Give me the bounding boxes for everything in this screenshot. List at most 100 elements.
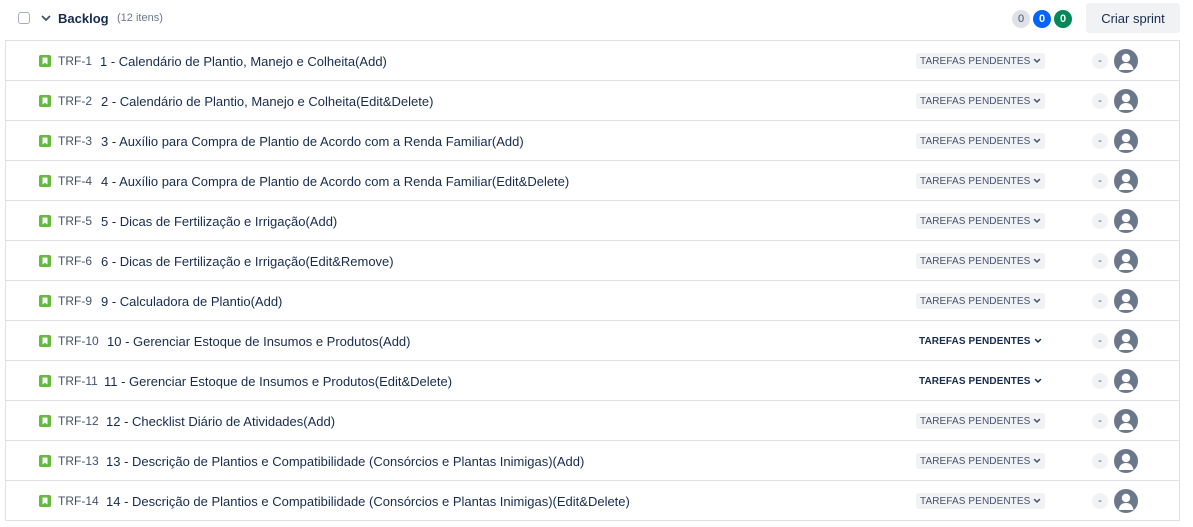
story-icon: [39, 175, 51, 187]
status-dropdown[interactable]: TAREFAS PENDENTES: [916, 493, 1046, 509]
status-dropdown[interactable]: TAREFAS PENDENTES: [916, 173, 1046, 189]
story-icon: [39, 415, 51, 427]
story-icon: [39, 135, 51, 147]
create-sprint-button[interactable]: Criar sprint: [1086, 3, 1180, 33]
issue-row[interactable]: TRF-9 9 - Calculadora de Plantio(Add) TARE…: [6, 281, 1179, 321]
issue-summary[interactable]: 12 - Checklist Diário de Atividades(Add): [106, 414, 335, 429]
assignee-avatar-icon[interactable]: [1114, 249, 1138, 273]
story-points-estimate[interactable]: -: [1092, 293, 1108, 309]
story-points-estimate[interactable]: -: [1092, 93, 1108, 109]
status-dropdown[interactable]: TAREFAS PENDENTES: [916, 253, 1046, 269]
backlog-title[interactable]: Backlog: [58, 11, 109, 26]
status-dropdown[interactable]: TAREFAS PENDENTES: [916, 93, 1046, 109]
story-points-estimate[interactable]: -: [1092, 453, 1108, 469]
story-points-estimate[interactable]: -: [1092, 373, 1108, 389]
issue-summary[interactable]: 1 - Calendário de Plantio, Manejo e Colh…: [100, 54, 387, 69]
issue-key[interactable]: TRF-4: [58, 174, 92, 188]
issue-key[interactable]: TRF-6: [58, 254, 92, 268]
issue-row[interactable]: TRF-10 10 - Gerenciar Estoque de Insumos …: [6, 321, 1179, 361]
issue-summary[interactable]: 5 - Dicas de Fertilização e Irrigação(Ad…: [101, 214, 337, 229]
chevron-down-icon: [1034, 58, 1041, 63]
issue-summary[interactable]: 2 - Calendário de Plantio, Manejo e Colh…: [101, 94, 433, 109]
story-icon: [39, 255, 51, 267]
issue-key[interactable]: TRF-2: [58, 94, 92, 108]
issue-summary[interactable]: 3 - Auxílio para Compra de Plantio de Ac…: [101, 134, 524, 149]
story-points-estimate[interactable]: -: [1092, 253, 1108, 269]
status-label: TAREFAS PENDENTES: [920, 455, 1031, 467]
todo-points-badge: 0: [1012, 10, 1030, 28]
story-icon: [39, 55, 51, 67]
issue-row[interactable]: TRF-14 14 - Descrição de Plantios e Compa…: [6, 481, 1179, 521]
story-points-estimate[interactable]: -: [1092, 333, 1108, 349]
issue-key[interactable]: TRF-9: [58, 294, 92, 308]
chevron-down-icon: [1034, 498, 1041, 503]
status-label: TAREFAS PENDENTES: [920, 135, 1031, 147]
issue-summary[interactable]: 6 - Dicas de Fertilização e Irrigação(Ed…: [101, 254, 394, 269]
issue-key[interactable]: TRF-12: [58, 414, 99, 428]
issue-row[interactable]: TRF-1 1 - Calendário de Plantio, Manejo e…: [6, 41, 1179, 81]
status-dropdown[interactable]: TAREFAS PENDENTES: [916, 453, 1046, 469]
assignee-avatar-icon[interactable]: [1114, 209, 1138, 233]
chevron-down-icon: [1034, 138, 1041, 143]
status-dropdown[interactable]: TAREFAS PENDENTES: [916, 413, 1046, 429]
chevron-down-icon: [1034, 338, 1041, 343]
issue-summary[interactable]: 14 - Descrição de Plantios e Compatibili…: [106, 494, 630, 509]
story-points-estimate[interactable]: -: [1092, 53, 1108, 69]
issue-row[interactable]: TRF-3 3 - Auxílio para Compra de Plantio …: [6, 121, 1179, 161]
issue-key[interactable]: TRF-14: [58, 494, 99, 508]
status-dropdown[interactable]: TAREFAS PENDENTES: [916, 293, 1046, 309]
assignee-avatar-icon[interactable]: [1114, 329, 1138, 353]
issue-row[interactable]: TRF-5 5 - Dicas de Fertilização e Irrigaç…: [6, 201, 1179, 241]
issue-key[interactable]: TRF-3: [58, 134, 92, 148]
issue-key[interactable]: TRF-1: [58, 54, 92, 68]
issue-summary[interactable]: 9 - Calculadora de Plantio(Add): [101, 294, 282, 309]
issue-key[interactable]: TRF-13: [58, 454, 99, 468]
story-icon: [39, 215, 51, 227]
issue-row[interactable]: TRF-2 2 - Calendário de Plantio, Manejo e…: [6, 81, 1179, 121]
chevron-down-icon: [1034, 178, 1041, 183]
chevron-down-icon: [1034, 98, 1041, 103]
story-points-estimate[interactable]: -: [1092, 213, 1108, 229]
chevron-down-icon: [1034, 378, 1041, 383]
story-points-estimate[interactable]: -: [1092, 493, 1108, 509]
issue-key[interactable]: TRF-5: [58, 214, 92, 228]
chevron-down-icon[interactable]: [40, 12, 52, 24]
status-label: TAREFAS PENDENTES: [920, 175, 1031, 187]
issue-row[interactable]: TRF-4 4 - Auxílio para Compra de Plantio …: [6, 161, 1179, 201]
issue-summary[interactable]: 4 - Auxílio para Compra de Plantio de Ac…: [101, 174, 569, 189]
status-dropdown[interactable]: TAREFAS PENDENTES: [916, 133, 1046, 149]
issue-key[interactable]: TRF-10: [58, 334, 99, 348]
story-points-estimate[interactable]: -: [1092, 413, 1108, 429]
status-dropdown[interactable]: TAREFAS PENDENTES: [916, 53, 1046, 69]
status-label: TAREFAS PENDENTES: [919, 375, 1031, 387]
assignee-avatar-icon[interactable]: [1114, 449, 1138, 473]
backlog-header: Backlog (12 itens) 0 0 0 Criar sprint: [0, 0, 1193, 40]
assignee-avatar-icon[interactable]: [1114, 169, 1138, 193]
status-dropdown[interactable]: TAREFAS PENDENTES: [916, 213, 1046, 229]
assignee-avatar-icon[interactable]: [1114, 489, 1138, 513]
done-points-badge: 0: [1054, 10, 1072, 28]
assignee-avatar-icon[interactable]: [1114, 89, 1138, 113]
chevron-down-icon: [1034, 258, 1041, 263]
issue-summary[interactable]: 11 - Gerenciar Estoque de Insumos e Prod…: [104, 374, 452, 389]
status-dropdown[interactable]: TAREFAS PENDENTES: [915, 373, 1046, 389]
issue-summary[interactable]: 13 - Descrição de Plantios e Compatibili…: [106, 454, 584, 469]
issue-row[interactable]: TRF-12 12 - Checklist Diário de Atividade…: [6, 401, 1179, 441]
assignee-avatar-icon[interactable]: [1114, 289, 1138, 313]
backlog-issue-count: (12 itens): [117, 12, 163, 24]
issue-key[interactable]: TRF-11: [58, 374, 98, 388]
issue-row[interactable]: TRF-6 6 - Dicas de Fertilização e Irrigaç…: [6, 241, 1179, 281]
status-label: TAREFAS PENDENTES: [920, 255, 1031, 267]
assignee-avatar-icon[interactable]: [1114, 49, 1138, 73]
story-points-estimate[interactable]: -: [1092, 173, 1108, 189]
issue-row[interactable]: TRF-13 13 - Descrição de Plantios e Compa…: [6, 441, 1179, 481]
assignee-avatar-icon[interactable]: [1114, 369, 1138, 393]
issue-summary[interactable]: 10 - Gerenciar Estoque de Insumos e Prod…: [107, 334, 411, 349]
issue-row[interactable]: TRF-11 11 - Gerenciar Estoque de Insumos …: [6, 361, 1179, 401]
status-dropdown[interactable]: TAREFAS PENDENTES: [915, 333, 1046, 349]
assignee-avatar-icon[interactable]: [1114, 409, 1138, 433]
story-point-summary: 0 0 0: [1012, 10, 1072, 28]
story-points-estimate[interactable]: -: [1092, 133, 1108, 149]
assignee-avatar-icon[interactable]: [1114, 129, 1138, 153]
backlog-select-checkbox[interactable]: [18, 12, 30, 24]
